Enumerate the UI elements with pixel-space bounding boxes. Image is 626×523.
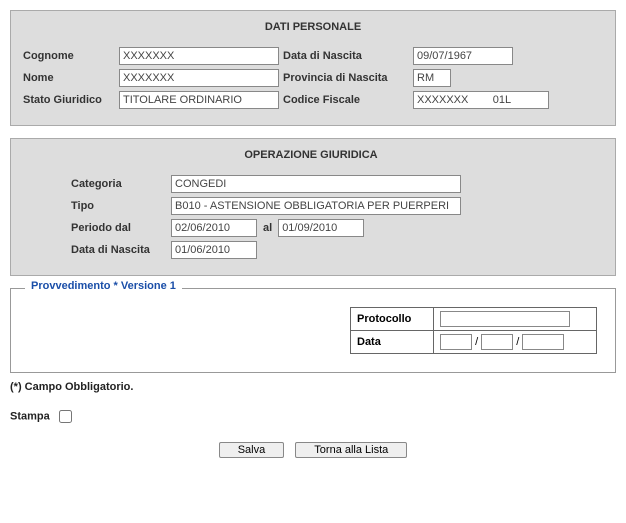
field-op-nascita: 01/06/2010 — [171, 241, 257, 259]
provvedimento-legend: Provvedimento * Versione 1 — [25, 280, 182, 292]
field-nome: XXXXXXX — [119, 69, 279, 87]
input-protocollo[interactable] — [440, 311, 570, 327]
data-cells: / / — [434, 331, 597, 354]
label-periodo-dal: Periodo dal — [71, 222, 171, 234]
field-nascita: 09/07/1967 — [413, 47, 513, 65]
personal-data-panel: DATI PERSONALE Cognome XXXXXXX Data di N… — [10, 10, 616, 126]
operation-title: OPERAZIONE GIURIDICA — [31, 149, 591, 161]
input-data-month[interactable] — [481, 334, 513, 350]
label-al: al — [263, 222, 272, 234]
save-button[interactable]: Salva — [219, 442, 285, 458]
input-data-year[interactable] — [522, 334, 564, 350]
label-stato: Stato Giuridico — [23, 94, 119, 106]
mandatory-note: (*) Campo Obbligatorio. — [10, 381, 616, 393]
label-nascita: Data di Nascita — [283, 50, 413, 62]
stampa-label: Stampa — [10, 410, 50, 422]
field-provincia: RM — [413, 69, 451, 87]
label-protocollo: Protocollo — [351, 308, 434, 331]
label-codfisc: Codice Fiscale — [283, 94, 413, 106]
sep2: / — [516, 336, 519, 348]
label-data: Data — [351, 331, 434, 354]
field-cognome: XXXXXXX — [119, 47, 279, 65]
back-button[interactable]: Torna alla Lista — [295, 442, 407, 458]
input-data-day[interactable] — [440, 334, 472, 350]
field-stato: TITOLARE ORDINARIO — [119, 91, 279, 109]
field-codfisc: XXXXXXX 01L — [413, 91, 549, 109]
label-nome: Nome — [23, 72, 119, 84]
field-periodo-al: 01/09/2010 — [278, 219, 364, 237]
label-tipo: Tipo — [71, 200, 171, 212]
provvedimento-fieldset: Provvedimento * Versione 1 Protocollo Da… — [10, 288, 616, 373]
stampa-checkbox[interactable] — [59, 410, 72, 423]
provvedimento-table: Protocollo Data / / — [350, 307, 597, 354]
label-categoria: Categoria — [71, 178, 171, 190]
field-periodo-dal: 02/06/2010 — [171, 219, 257, 237]
label-provincia: Provincia di Nascita — [283, 72, 413, 84]
personal-title: DATI PERSONALE — [23, 21, 603, 33]
field-categoria: CONGEDI — [171, 175, 461, 193]
operation-panel: OPERAZIONE GIURIDICA Categoria CONGEDI T… — [10, 138, 616, 276]
field-tipo: B010 - ASTENSIONE OBBLIGATORIA PER PUERP… — [171, 197, 461, 215]
label-cognome: Cognome — [23, 50, 119, 62]
label-op-nascita: Data di Nascita — [71, 244, 171, 256]
sep1: / — [475, 336, 478, 348]
